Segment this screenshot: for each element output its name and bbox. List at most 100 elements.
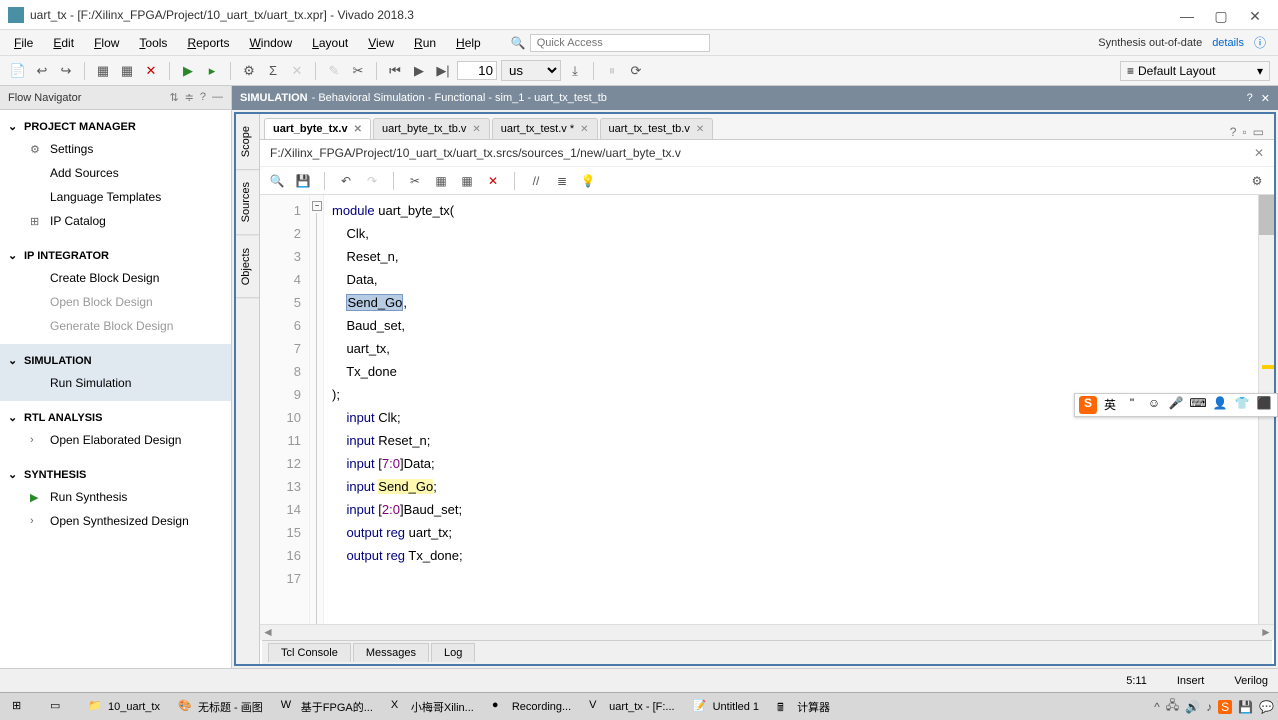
close-tab-icon[interactable]: ✕ (580, 124, 588, 135)
hide-icon[interactable]: — (212, 91, 223, 104)
tray-note-icon[interactable]: ♪ (1206, 700, 1212, 714)
menu-reports[interactable]: Reports (177, 32, 239, 54)
play-icon[interactable]: ▶ (409, 61, 429, 81)
settings-icon[interactable]: ≑ (185, 91, 194, 104)
run-to-icon[interactable]: ⤓ (565, 61, 585, 81)
section-synthesis[interactable]: ⌄SYNTHESIS (0, 464, 231, 485)
undo-icon[interactable]: ↶ (337, 172, 355, 190)
search-icon[interactable]: 🔍 (268, 172, 286, 190)
delete-icon[interactable]: ✕ (484, 172, 502, 190)
sim-close-icon[interactable]: ✕ (1261, 92, 1270, 105)
menu-view[interactable]: View (358, 32, 404, 54)
menu-flow[interactable]: Flow (84, 32, 129, 54)
taskbar-item[interactable]: ▭ (42, 695, 78, 719)
tab-restore-icon[interactable]: ▫ (1242, 125, 1246, 139)
comment-icon[interactable]: // (527, 172, 545, 190)
ime-lang[interactable]: 英 (1101, 396, 1119, 414)
details-link[interactable]: details (1212, 37, 1244, 49)
cut-icon[interactable]: ✂ (406, 172, 424, 190)
flow-item-open-block-design[interactable]: Open Block Design (0, 290, 231, 314)
menu-help[interactable]: Help (446, 32, 491, 54)
scrollbar-horizontal[interactable]: ◄ ► (260, 624, 1274, 640)
paste-icon[interactable]: ▦ (117, 61, 137, 81)
taskbar-item[interactable]: 📝Untitled 1 (685, 695, 767, 719)
cancel2-icon[interactable]: ✕ (287, 61, 307, 81)
info-icon[interactable]: ⓘ (1254, 34, 1266, 51)
close-file-icon[interactable]: ✕ (1254, 146, 1264, 160)
file-tab[interactable]: uart_tx_test.v *✕ (492, 118, 598, 139)
ime-logo-icon[interactable]: S (1079, 396, 1097, 414)
taskbar-item[interactable]: 📁10_uart_tx (80, 695, 168, 719)
menu-window[interactable]: Window (239, 32, 302, 54)
section-simulation[interactable]: ⌄SIMULATION (0, 350, 231, 371)
ime-skin-icon[interactable]: 👕 (1233, 396, 1251, 414)
file-tab[interactable]: uart_byte_tx_tb.v✕ (373, 118, 490, 139)
menu-tools[interactable]: Tools (129, 32, 177, 54)
time-unit-select[interactable]: us (501, 60, 561, 81)
tray-volume-icon[interactable]: 🔊 (1185, 700, 1200, 714)
close-button[interactable]: ✕ (1248, 8, 1262, 22)
gear-icon[interactable]: ⚙ (239, 61, 259, 81)
reload-icon[interactable]: ⟳ (626, 61, 646, 81)
ime-punct-icon[interactable]: " (1123, 396, 1141, 414)
taskbar-item[interactable]: 🖩计算器 (769, 695, 838, 719)
bottom-tab-messages[interactable]: Messages (353, 643, 429, 662)
flow-item-open-synthesized-design[interactable]: ›Open Synthesized Design (0, 509, 231, 533)
tab-help-icon[interactable]: ? (1230, 125, 1237, 139)
menu-file[interactable]: File (4, 32, 43, 54)
close-tab-icon[interactable]: ✕ (696, 124, 704, 135)
synth-icon[interactable]: ▸ (202, 61, 222, 81)
bottom-tab-tcl-console[interactable]: Tcl Console (268, 643, 351, 662)
taskbar-item[interactable]: W基于FPGA的... (273, 695, 381, 719)
tray-ime-icon[interactable]: S (1218, 700, 1232, 714)
flow-item-ip-catalog[interactable]: ⊞IP Catalog (0, 209, 231, 233)
bottom-tab-log[interactable]: Log (431, 643, 475, 662)
save-icon[interactable]: 💾 (294, 172, 312, 190)
time-value-input[interactable] (457, 61, 497, 80)
taskbar-item[interactable]: Vuart_tx - [F:... (581, 695, 682, 719)
indent-icon[interactable]: ≣ (553, 172, 571, 190)
tray-action-icon[interactable]: 💬 (1259, 700, 1274, 714)
ime-keyboard-icon[interactable]: ⌨ (1189, 396, 1207, 414)
cancel-icon[interactable]: ✕ (141, 61, 161, 81)
tray-up-icon[interactable]: ^ (1154, 700, 1160, 714)
copy2-icon[interactable]: ▦ (432, 172, 450, 190)
section-project-manager[interactable]: ⌄PROJECT MANAGER (0, 116, 231, 137)
file-tab[interactable]: uart_byte_tx.v✕ (264, 118, 371, 139)
restart-icon[interactable]: ⏮ (385, 61, 405, 81)
vtab-sources[interactable]: Sources (236, 170, 259, 235)
collapse-icon[interactable]: ⇅ (169, 91, 178, 104)
menu-run[interactable]: Run (404, 32, 446, 54)
fold-icon[interactable]: − (312, 201, 322, 211)
section-rtl-analysis[interactable]: ⌄RTL ANALYSIS (0, 407, 231, 428)
section-ip-integrator[interactable]: ⌄IP INTEGRATOR (0, 245, 231, 266)
taskbar-item[interactable]: 🎨无标题 - 画图 (170, 695, 271, 719)
taskbar-item[interactable]: X小梅哥Xilin... (383, 695, 482, 719)
tray-disk-icon[interactable]: 💾 (1238, 700, 1253, 714)
editor-settings-icon[interactable]: ⚙ (1248, 172, 1266, 190)
paste2-icon[interactable]: ▦ (458, 172, 476, 190)
sim-help-icon[interactable]: ? (1247, 92, 1253, 105)
menu-layout[interactable]: Layout (302, 32, 358, 54)
flow-item-run-simulation[interactable]: Run Simulation (0, 371, 231, 395)
maximize-button[interactable]: ▢ (1214, 8, 1228, 22)
layout-dropdown[interactable]: ≡ Default Layout ▾ (1120, 61, 1270, 81)
tray-network-icon[interactable]: 🖧 (1166, 696, 1179, 717)
forward-icon[interactable]: ↪ (56, 61, 76, 81)
help-icon[interactable]: ? (200, 91, 206, 104)
flow-item-add-sources[interactable]: Add Sources (0, 161, 231, 185)
close-tab-icon[interactable]: ✕ (472, 124, 480, 135)
file-tab[interactable]: uart_tx_test_tb.v✕ (600, 118, 714, 139)
copy-icon[interactable]: ▦ (93, 61, 113, 81)
minimize-button[interactable]: ― (1180, 8, 1194, 22)
flow-item-run-synthesis[interactable]: ▶Run Synthesis (0, 485, 231, 509)
taskbar-item[interactable]: ⊞ (4, 695, 40, 719)
ime-voice-icon[interactable]: 🎤 (1167, 396, 1185, 414)
flow-item-settings[interactable]: ⚙Settings (0, 137, 231, 161)
back-icon[interactable]: ↩ (32, 61, 52, 81)
ime-user-icon[interactable]: 👤 (1211, 396, 1229, 414)
taskbar-item[interactable]: ●Recording... (484, 695, 579, 719)
flow-item-language-templates[interactable]: Language Templates (0, 185, 231, 209)
pause-icon[interactable]: ⏸ (602, 61, 622, 81)
sigma-icon[interactable]: Σ (263, 61, 283, 81)
